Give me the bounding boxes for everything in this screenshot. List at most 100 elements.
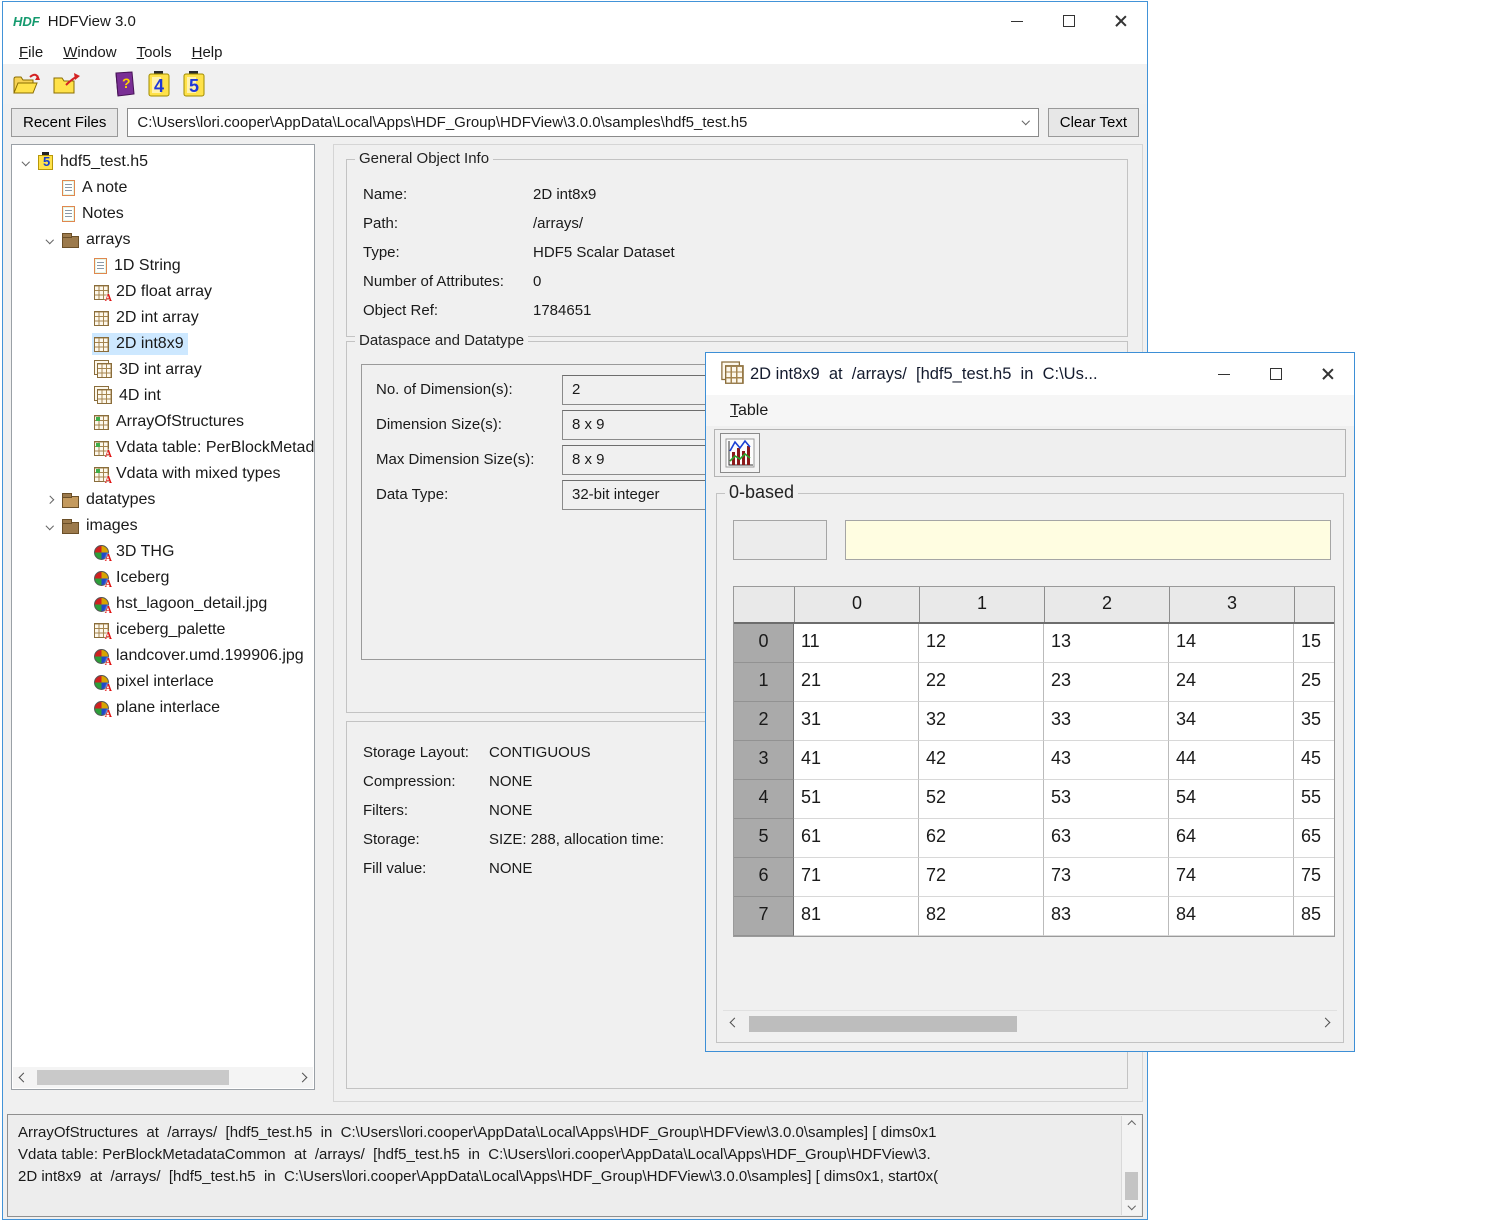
scrollbar-thumb[interactable] xyxy=(1125,1172,1138,1200)
tree-item-vdata-table-perblock[interactable]: Vdata table: PerBlockMetadataCommon xyxy=(12,435,314,461)
expander-icon[interactable] xyxy=(40,497,60,503)
column-header-1[interactable]: 1 xyxy=(919,587,1044,622)
table-cell[interactable]: 84 xyxy=(1169,897,1294,936)
expander-icon[interactable] xyxy=(16,159,36,165)
tree-item-iceberg[interactable]: Iceberg xyxy=(12,565,314,591)
table-cell[interactable]: 32 xyxy=(919,702,1044,741)
tree-item-notes[interactable]: Notes xyxy=(12,201,314,227)
maximize-button[interactable] xyxy=(1043,2,1095,40)
table-cell[interactable]: 74 xyxy=(1169,858,1294,897)
table-corner-cell[interactable] xyxy=(734,587,794,622)
table-cell[interactable]: 15 xyxy=(1294,624,1334,663)
table-cell[interactable]: 65 xyxy=(1294,819,1334,858)
table-cell[interactable]: 35 xyxy=(1294,702,1334,741)
tree-item-datatypes[interactable]: datatypes xyxy=(12,487,314,513)
menu-help[interactable]: Help xyxy=(182,42,233,63)
close-button[interactable] xyxy=(1302,353,1354,395)
table-cell[interactable]: 25 xyxy=(1294,663,1334,702)
table-cell[interactable]: 85 xyxy=(1294,897,1334,936)
tree-item-plane-interlace[interactable]: plane interlace xyxy=(12,695,314,721)
status-log-area[interactable]: ArrayOfStructures at /arrays/ [hdf5_test… xyxy=(7,1114,1143,1217)
chevron-down-icon[interactable] xyxy=(1022,117,1030,125)
menu-table[interactable]: Table xyxy=(720,400,778,422)
tree-item-2d-float-array[interactable]: 2D float array xyxy=(12,279,314,305)
row-header[interactable]: 6 xyxy=(734,858,794,897)
tree-item-hst-lagoon-detail[interactable]: hst_lagoon_detail.jpg xyxy=(12,591,314,617)
open-chart-button[interactable] xyxy=(720,433,760,473)
row-header[interactable]: 1 xyxy=(734,663,794,702)
table-cell[interactable]: 54 xyxy=(1169,780,1294,819)
table-cell[interactable]: 83 xyxy=(1044,897,1169,936)
hdf4-button[interactable]: 4 xyxy=(146,70,172,98)
hdf5-button[interactable]: 5 xyxy=(181,70,207,98)
help-button[interactable]: ? xyxy=(111,70,137,98)
table-cell[interactable]: 23 xyxy=(1044,663,1169,702)
table-cell[interactable]: 62 xyxy=(919,819,1044,858)
table-horizontal-scrollbar[interactable] xyxy=(723,1010,1337,1034)
tree-item-3d-int-array[interactable]: 3D int array xyxy=(12,357,314,383)
tree-item-a-note[interactable]: A note xyxy=(12,175,314,201)
table-cell[interactable]: 81 xyxy=(794,897,919,936)
menu-tools[interactable]: Tools xyxy=(127,42,182,63)
cell-locator-field[interactable] xyxy=(733,520,827,560)
table-cell[interactable]: 71 xyxy=(794,858,919,897)
tree-item-iceberg-palette[interactable]: iceberg_palette xyxy=(12,617,314,643)
table-cell[interactable]: 43 xyxy=(1044,741,1169,780)
expander-icon[interactable] xyxy=(40,523,60,529)
table-cell[interactable]: 14 xyxy=(1169,624,1294,663)
table-cell[interactable]: 12 xyxy=(919,624,1044,663)
table-cell[interactable]: 52 xyxy=(919,780,1044,819)
table-cell[interactable]: 24 xyxy=(1169,663,1294,702)
table-cell[interactable]: 63 xyxy=(1044,819,1169,858)
minimize-button[interactable] xyxy=(991,2,1043,40)
table-cell[interactable]: 75 xyxy=(1294,858,1334,897)
scroll-left-icon[interactable] xyxy=(730,1018,740,1028)
table-cell[interactable]: 82 xyxy=(919,897,1044,936)
column-header-3[interactable]: 3 xyxy=(1169,587,1294,622)
table-cell[interactable]: 22 xyxy=(919,663,1044,702)
scroll-down-icon[interactable] xyxy=(1128,1202,1136,1210)
table-cell[interactable]: 34 xyxy=(1169,702,1294,741)
row-header[interactable]: 0 xyxy=(734,624,794,663)
table-cell[interactable]: 42 xyxy=(919,741,1044,780)
table-cell[interactable]: 55 xyxy=(1294,780,1334,819)
tree-item-3d-thg[interactable]: 3D THG xyxy=(12,539,314,565)
table-cell[interactable]: 44 xyxy=(1169,741,1294,780)
open-file-button[interactable] xyxy=(11,71,41,97)
table-cell[interactable]: 73 xyxy=(1044,858,1169,897)
row-header[interactable]: 2 xyxy=(734,702,794,741)
row-header[interactable]: 7 xyxy=(734,897,794,936)
table-cell[interactable]: 51 xyxy=(794,780,919,819)
column-header-partial[interactable] xyxy=(1294,587,1334,622)
table-cell[interactable]: 53 xyxy=(1044,780,1169,819)
scroll-left-icon[interactable] xyxy=(19,1073,29,1083)
column-header-2[interactable]: 2 xyxy=(1044,587,1169,622)
close-button[interactable] xyxy=(1095,2,1147,40)
row-header[interactable]: 5 xyxy=(734,819,794,858)
table-cell[interactable]: 41 xyxy=(794,741,919,780)
row-header[interactable]: 4 xyxy=(734,780,794,819)
tree-item-2d-int8x9[interactable]: 2D int8x9 xyxy=(12,331,314,357)
tree-item-1d-string[interactable]: 1D String xyxy=(12,253,314,279)
scroll-up-icon[interactable] xyxy=(1128,1121,1136,1129)
tree-item-vdata-mixed-types[interactable]: Vdata with mixed types xyxy=(12,461,314,487)
close-file-button[interactable] xyxy=(51,71,81,97)
file-path-combobox[interactable]: C:\Users\lori.cooper\AppData\Local\Apps\… xyxy=(127,108,1038,137)
expander-icon[interactable] xyxy=(40,237,60,243)
cell-editor-field[interactable] xyxy=(845,520,1331,560)
tree-item-landcover[interactable]: landcover.umd.199906.jpg xyxy=(12,643,314,669)
recent-files-button[interactable]: Recent Files xyxy=(11,108,118,137)
scroll-right-icon[interactable] xyxy=(1321,1018,1331,1028)
scrollbar-thumb[interactable] xyxy=(37,1070,229,1085)
table-cell[interactable]: 64 xyxy=(1169,819,1294,858)
table-cell[interactable]: 31 xyxy=(794,702,919,741)
table-cell[interactable]: 13 xyxy=(1044,624,1169,663)
scrollbar-thumb[interactable] xyxy=(749,1016,1017,1032)
minimize-button[interactable] xyxy=(1198,353,1250,395)
table-cell[interactable]: 11 xyxy=(794,624,919,663)
menu-file[interactable]: File xyxy=(9,42,53,63)
tree-item-images[interactable]: images xyxy=(12,513,314,539)
row-header[interactable]: 3 xyxy=(734,741,794,780)
table-cell[interactable]: 33 xyxy=(1044,702,1169,741)
tree-item-arrays[interactable]: arrays xyxy=(12,227,314,253)
